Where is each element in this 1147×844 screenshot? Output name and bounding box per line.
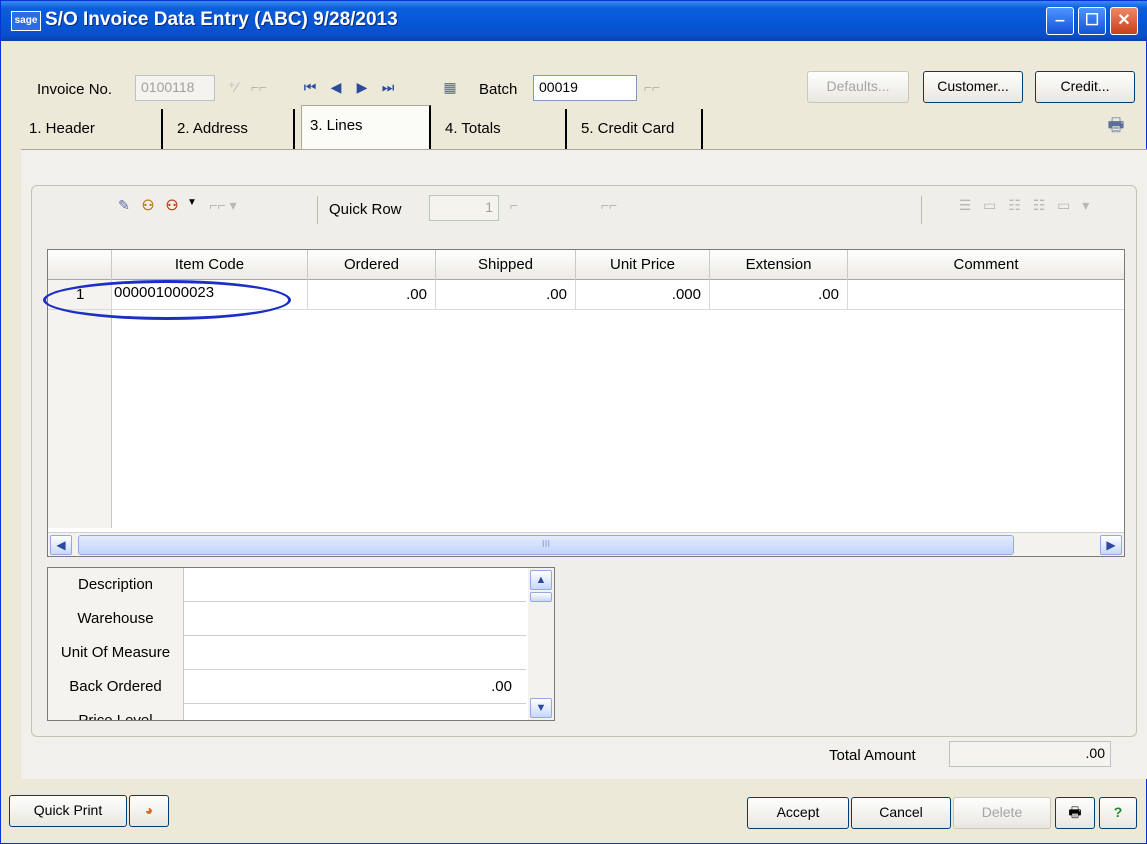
tab-totals[interactable]: 4. Totals bbox=[437, 109, 567, 149]
reorder-lines-icon[interactable]: ⌐⌐ bbox=[587, 197, 631, 213]
minimize-button[interactable]: ‒ bbox=[1046, 7, 1074, 35]
tab-credit-card[interactable]: 5. Credit Card bbox=[573, 109, 703, 149]
vertical-scrollbar[interactable]: ▲ ▼ bbox=[528, 568, 554, 720]
toolbar-separator-2 bbox=[921, 196, 922, 224]
quick-print-button[interactable]: Quick Print bbox=[9, 795, 127, 827]
credit-button[interactable]: Credit... bbox=[1035, 71, 1135, 103]
property-label: Back Ordered bbox=[48, 670, 184, 704]
horizontal-scrollbar[interactable]: ◀ III ▶ bbox=[48, 532, 1124, 556]
comment-cell[interactable] bbox=[848, 280, 1124, 310]
batch-field[interactable]: 00019 bbox=[533, 75, 637, 101]
unit-price-cell[interactable]: .000 bbox=[576, 280, 710, 310]
property-value[interactable] bbox=[184, 636, 526, 670]
chevron-down-icon[interactable]: ▼ bbox=[185, 197, 199, 208]
property-row[interactable]: Back Ordered .00 bbox=[48, 670, 526, 704]
scroll-down-icon[interactable]: ▼ bbox=[530, 698, 552, 718]
total-amount-label: Total Amount bbox=[829, 747, 916, 764]
close-button[interactable]: ✕ bbox=[1110, 7, 1138, 35]
defaults-button[interactable]: Defaults... bbox=[807, 71, 909, 103]
lookup-icon[interactable]: ⌐⌐ bbox=[247, 79, 271, 95]
maximize-button[interactable]: ☐ bbox=[1078, 7, 1106, 35]
last-record-icon[interactable]: ⏭ bbox=[377, 79, 399, 96]
property-label: Price Level bbox=[48, 704, 184, 720]
cancel-button[interactable]: Cancel bbox=[851, 797, 951, 829]
total-amount-field: .00 bbox=[949, 741, 1111, 767]
quick-row-label: Quick Row bbox=[329, 201, 402, 218]
title-bar[interactable]: sage S/O Invoice Data Entry (ABC) 9/28/2… bbox=[1, 1, 1147, 41]
property-label: Description bbox=[48, 568, 184, 602]
help-icon[interactable]: ? bbox=[1099, 797, 1137, 829]
property-label: Unit Of Measure bbox=[48, 636, 184, 670]
batch-label: Batch bbox=[479, 81, 518, 98]
line-format-icons[interactable]: ☰ ▭ ☷ ☷ ▭ ▾ bbox=[931, 197, 1121, 214]
col-shipped[interactable]: Shipped bbox=[436, 250, 576, 280]
calendar-icon[interactable]: ▦ bbox=[439, 79, 461, 96]
invoice-header-row: Invoice No. 0100118 ⁺⁄ ⌐⌐ ⏮ ◀ ▶ ⏭ ▦ Batc… bbox=[1, 71, 1147, 107]
toolbar-separator bbox=[317, 196, 318, 224]
scroll-thumb[interactable] bbox=[530, 592, 552, 602]
insert-line-icon[interactable]: ⌐⌐ ▾ bbox=[203, 197, 243, 214]
footer-bar: Quick Print ◕ Accept Cancel Delete 🖶 ? bbox=[1, 785, 1147, 844]
batch-lookup-icon[interactable]: ⌐⌐ bbox=[641, 79, 663, 95]
next-number-icon[interactable]: ⁺⁄ bbox=[221, 79, 245, 96]
color-wheel-icon[interactable]: ◕ bbox=[129, 795, 169, 827]
property-row[interactable]: Price Level bbox=[48, 704, 526, 720]
link-item-icon[interactable]: ✎ bbox=[113, 197, 135, 214]
lines-toolbar: ✎ ⚇ ⚇ ▼ ⌐⌐ ▾ Quick Row 1 ⌐ ⌐⌐ ☰ ▭ ☷ ☷ ▭ … bbox=[31, 187, 1137, 233]
property-row[interactable]: Unit Of Measure bbox=[48, 636, 526, 670]
row-number-header bbox=[48, 250, 112, 280]
property-label: Warehouse bbox=[48, 602, 184, 636]
tab-lines[interactable]: 3. Lines bbox=[301, 105, 431, 149]
quick-row-field[interactable]: 1 bbox=[429, 195, 499, 221]
property-value[interactable]: .00 bbox=[184, 670, 526, 704]
scroll-right-icon[interactable]: ▶ bbox=[1100, 535, 1122, 555]
col-comment[interactable]: Comment bbox=[848, 250, 1124, 280]
row-header-column bbox=[48, 280, 112, 528]
col-extension[interactable]: Extension bbox=[710, 250, 848, 280]
item-lookup-binoculars-icon[interactable]: ⚇ bbox=[137, 197, 159, 214]
property-value[interactable] bbox=[184, 704, 526, 720]
line-properties-panel[interactable]: Description Warehouse Unit Of Measure Ba… bbox=[47, 567, 555, 721]
scroll-thumb[interactable]: III bbox=[78, 535, 1014, 555]
invoice-no-field[interactable]: 0100118 bbox=[135, 75, 215, 101]
first-record-icon[interactable]: ⏮ bbox=[299, 79, 321, 96]
property-value[interactable] bbox=[184, 602, 526, 636]
tab-header[interactable]: 1. Header bbox=[21, 109, 163, 149]
delete-button[interactable]: Delete bbox=[953, 797, 1051, 829]
shipped-cell[interactable]: .00 bbox=[436, 280, 576, 310]
next-record-icon[interactable]: ▶ bbox=[351, 79, 373, 96]
quick-row-go-icon[interactable]: ⌐ bbox=[503, 197, 525, 213]
property-row[interactable]: Warehouse bbox=[48, 602, 526, 636]
invoice-window: sage S/O Invoice Data Entry (ABC) 9/28/2… bbox=[0, 0, 1147, 844]
col-unit-price[interactable]: Unit Price bbox=[576, 250, 710, 280]
scroll-up-icon[interactable]: ▲ bbox=[530, 570, 552, 590]
line-lookup-binoculars-icon[interactable]: ⚇ bbox=[161, 197, 183, 214]
accept-button[interactable]: Accept bbox=[747, 797, 849, 829]
invoice-no-label: Invoice No. bbox=[37, 81, 113, 98]
extension-cell[interactable]: .00 bbox=[710, 280, 848, 310]
ordered-cell[interactable]: .00 bbox=[308, 280, 436, 310]
print-icon[interactable]: 🖶 bbox=[1055, 797, 1095, 829]
highlight-circle bbox=[43, 280, 291, 320]
property-value[interactable] bbox=[184, 568, 526, 602]
sage-logo-icon: sage bbox=[11, 11, 41, 31]
window-title: S/O Invoice Data Entry (ABC) 9/28/2013 bbox=[45, 9, 398, 30]
tab-address[interactable]: 2. Address bbox=[169, 109, 295, 149]
print-preview-icon[interactable]: 🖶 bbox=[1103, 113, 1129, 143]
previous-record-icon[interactable]: ◀ bbox=[325, 79, 347, 96]
customer-button[interactable]: Customer... bbox=[923, 71, 1023, 103]
col-ordered[interactable]: Ordered bbox=[308, 250, 436, 280]
col-item-code[interactable]: Item Code bbox=[112, 250, 308, 280]
scroll-left-icon[interactable]: ◀ bbox=[50, 535, 72, 555]
grid-header: Item Code Ordered Shipped Unit Price Ext… bbox=[48, 250, 1124, 280]
property-row[interactable]: Description bbox=[48, 568, 526, 602]
